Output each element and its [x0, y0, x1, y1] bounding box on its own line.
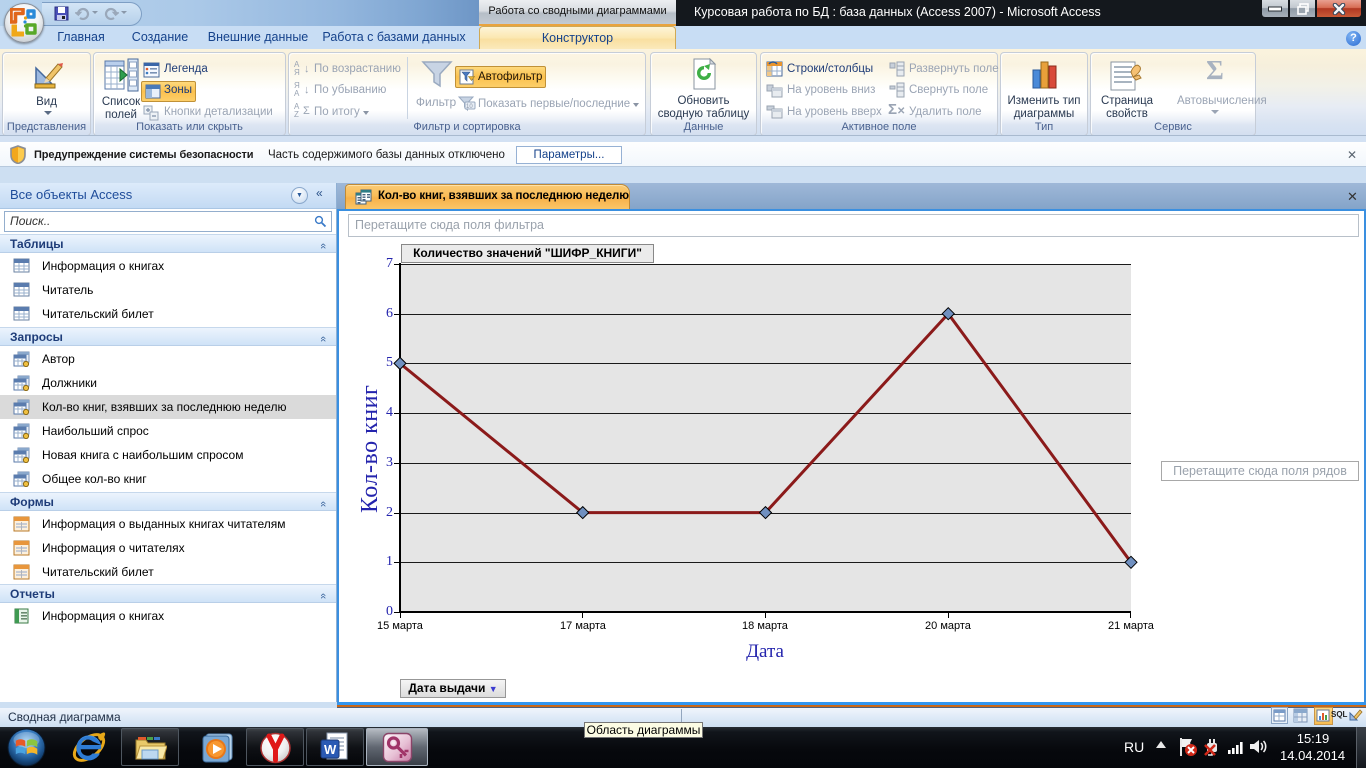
svg-text:W: W — [324, 742, 337, 757]
svg-text:10: 10 — [466, 104, 473, 110]
